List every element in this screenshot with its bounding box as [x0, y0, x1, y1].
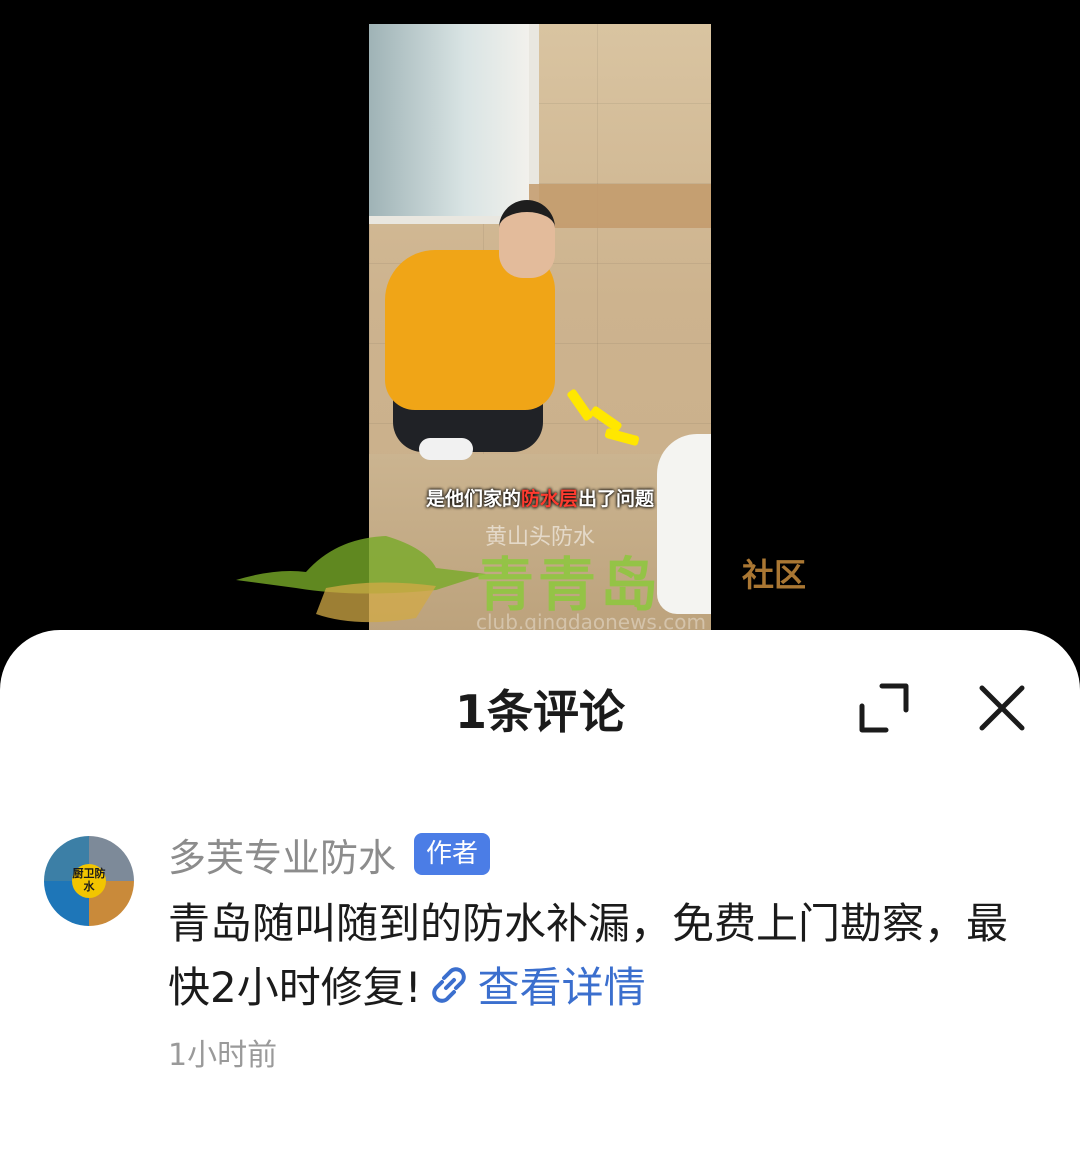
subtitle-before: 是他们家的 [425, 488, 521, 510]
subtitle-after: 出了问题 [578, 488, 655, 510]
subtitle-highlight: 防水层 [520, 488, 578, 510]
video-frame[interactable]: 是他们家的防水层出了问题 黄山头防水 [369, 24, 711, 634]
person-head [499, 200, 555, 278]
author-name[interactable]: 多芙专业防水 [168, 827, 396, 882]
comment-time: 1小时前 [168, 1038, 278, 1073]
close-icon [979, 685, 1025, 731]
avatar-label: 厨卫防水 [72, 864, 106, 898]
author-row: 多芙专业防水 作者 [168, 830, 491, 880]
comment-item: 厨卫防水 多芙专业防水 作者 青岛随叫随到的防水补漏，免费上门勘察，最快2小时修… [44, 830, 1044, 1090]
tile-stripe [529, 184, 711, 228]
bathroom-window [369, 24, 539, 224]
video-watermark: 黄山头防水 [484, 525, 595, 550]
close-button[interactable] [970, 676, 1034, 740]
expand-button[interactable] [852, 676, 916, 740]
logo-community: 社区 [742, 556, 807, 594]
video-player[interactable]: 是他们家的防水层出了问题 黄山头防水 青青岛 社区 club.qingdaone… [0, 0, 1080, 680]
sheet-title: 1条评论 [454, 685, 625, 739]
author-badge: 作者 [414, 833, 491, 875]
person-shoe [419, 438, 473, 460]
link-icon [431, 967, 466, 1003]
link-text: 查看详情 [477, 963, 646, 1012]
video-subtitle: 是他们家的防水层出了问题 [369, 484, 711, 511]
avatar[interactable]: 厨卫防水 [44, 836, 134, 926]
comment-body[interactable]: 青岛随叫随到的防水补漏，免费上门勘察，最快2小时修复! 查看详情 [168, 892, 1048, 1020]
comment-sheet: 1条评论 厨卫防水 多芙专业防水 作者 青岛随叫随到的防水补漏，免费上门勘察，最… [0, 630, 1080, 1159]
expand-icon [859, 683, 909, 733]
view-details-link[interactable]: 查看详情 [422, 963, 646, 1012]
